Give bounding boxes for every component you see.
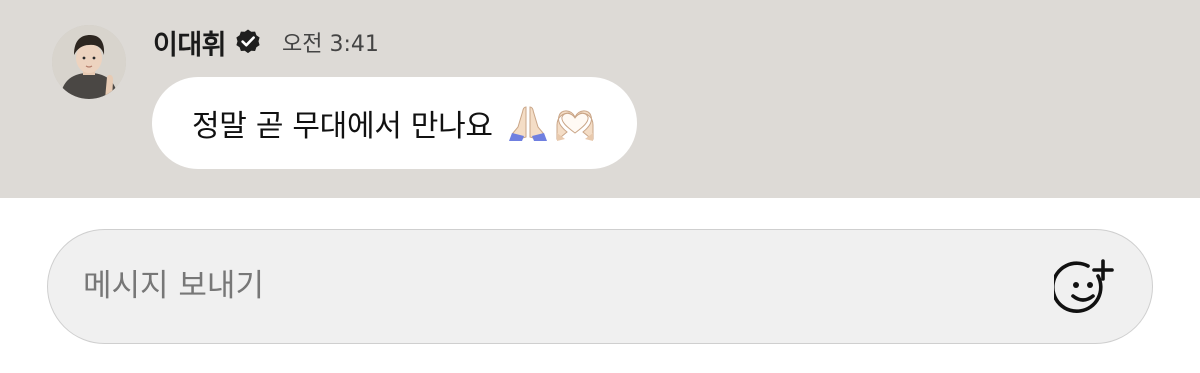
folded-hands-emoji xyxy=(508,106,547,141)
message-time: 오전 3:41 xyxy=(282,32,379,57)
heart-hands-emoji xyxy=(556,110,594,141)
message-composer xyxy=(47,229,1153,344)
avatar-image xyxy=(52,25,126,99)
sender-name[interactable]: 이대휘 xyxy=(153,23,227,62)
add-emoji-icon[interactable] xyxy=(1051,258,1116,316)
message-header: 이대휘 오전 3:41 xyxy=(153,22,379,62)
chat-area: 이대휘 오전 3:41 정말 곧 무대에서 만나요 xyxy=(0,0,1200,198)
message-emojis xyxy=(503,103,597,143)
message-bubble[interactable]: 정말 곧 무대에서 만나요 xyxy=(152,77,637,169)
message-text: 정말 곧 무대에서 만나요 xyxy=(192,109,493,144)
avatar[interactable] xyxy=(52,25,126,99)
verified-badge-icon xyxy=(234,28,262,56)
message-input[interactable] xyxy=(83,230,1023,342)
